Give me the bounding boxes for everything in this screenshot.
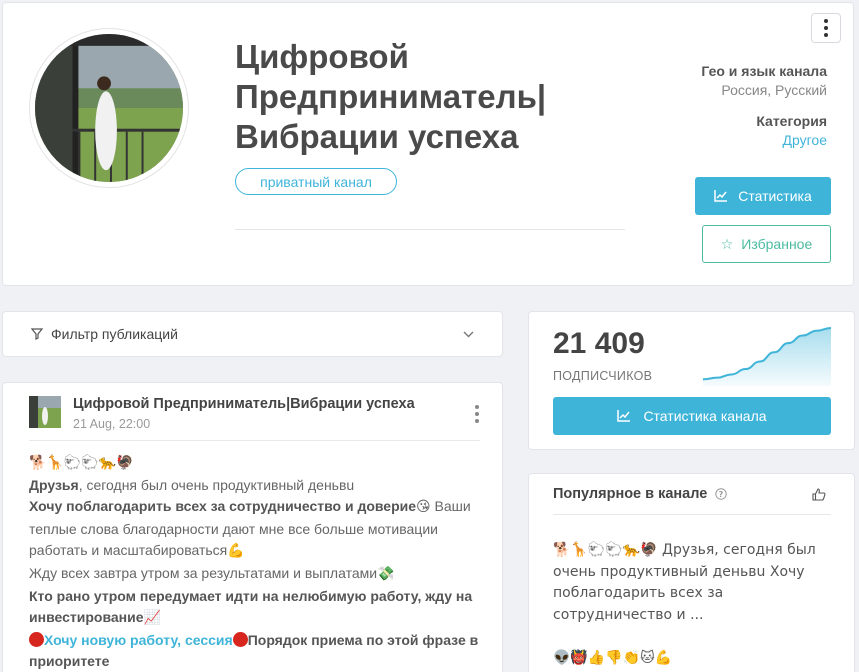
svg-text:?: ? — [719, 490, 724, 499]
chart-emoji: 📈 — [143, 610, 161, 627]
channel-statistics-button[interactable]: Статистика канала — [553, 397, 831, 435]
post-link[interactable]: Хочу новую работу, сессия — [44, 632, 233, 648]
category-link[interactable]: Другое — [783, 132, 827, 148]
category-label: Категория — [756, 113, 827, 129]
more-menu-button[interactable] — [811, 13, 841, 43]
header-divider — [235, 229, 625, 230]
post-text: Жду всех завтра утром за результатами и … — [29, 564, 378, 581]
channel-statistics-label: Статистика канала — [643, 408, 767, 424]
subscriber-count: 21 409 — [553, 327, 645, 360]
post-text-bold: Хочу поблагодарить всех за сотрудничеств… — [29, 498, 417, 515]
subscriber-trend-chart — [703, 327, 831, 386]
post-card: Цифровой Предприниматель|Вибрации успеха… — [2, 382, 503, 672]
star-icon: ☆ — [720, 235, 734, 252]
private-channel-badge: приватный канал — [235, 168, 397, 195]
subscriber-label: ПОДПИСЧИКОВ — [553, 369, 653, 383]
money-emoji: 💸 — [377, 565, 395, 582]
popular-card: Популярное в канале ? 🐕🦒🐑🐑🐆🦃 Друзья, сег… — [528, 473, 855, 672]
help-icon[interactable]: ? — [715, 488, 728, 500]
popular-title-text: Популярное в канале — [553, 486, 708, 502]
channel-title: Цифровой Предприниматель| Вибрации успех… — [235, 38, 547, 155]
subscribers-card: 21 409 ПОДПИСЧИКОВ Статистика канала — [528, 311, 855, 450]
popular-reactions: 👽👹👍👎👏🐱💪 — [553, 650, 673, 666]
geo-label: Гео и язык канала — [701, 63, 827, 79]
kiss-emoji: 😘 — [416, 499, 431, 516]
red-circle-icon — [232, 631, 248, 647]
red-circle-icon — [29, 631, 44, 647]
channel-avatar — [29, 28, 189, 188]
post-text: , сегодня был очень продуктивный деньвu — [78, 476, 355, 493]
channel-header-card: Цифровой Предприниматель| Вибрации успех… — [2, 2, 854, 286]
kebab-icon — [824, 19, 828, 37]
popular-divider — [553, 514, 831, 515]
post-divider — [29, 440, 480, 441]
post-date: 21 Aug, 22:00 — [73, 417, 151, 431]
chevron-down-icon — [463, 331, 474, 337]
favorite-button-label: Избранное — [741, 236, 813, 252]
chart-icon — [617, 410, 631, 422]
popular-title: Популярное в канале ? — [553, 486, 728, 502]
popular-post-snippet[interactable]: 🐕🦒🐑🐑🐆🦃 Друзья, сегодня был очень продукт… — [553, 540, 833, 626]
post-menu-icon[interactable] — [475, 405, 479, 423]
chart-icon — [714, 190, 728, 202]
post-emoji-line: 🐕🦒🐑🐑🐆🦃 — [29, 455, 134, 471]
geo-value: Россия, Русский — [721, 82, 827, 98]
statistics-button-label: Статистика — [738, 188, 812, 204]
avatar-photo — [35, 34, 183, 182]
post-author-avatar — [29, 396, 61, 428]
statistics-button[interactable]: Статистика — [695, 177, 831, 215]
filter-label: Фильтр публикаций — [51, 326, 178, 342]
filter-icon — [31, 328, 43, 340]
favorite-button[interactable]: ☆ Избранное — [702, 225, 831, 263]
post-text-bold: Друзья — [29, 476, 79, 493]
post-text-bold: Кто рано утром передумает идти на нелюби… — [29, 587, 473, 626]
muscle-emoji: 💪 — [227, 543, 245, 560]
post-author[interactable]: Цифровой Предприниматель|Вибрации успеха — [73, 396, 415, 412]
publication-filter[interactable]: Фильтр публикаций — [2, 311, 503, 357]
post-body: 🐕🦒🐑🐑🐆🦃 Друзья, сегодня был очень продукт… — [29, 453, 484, 672]
thumbs-up-icon[interactable] — [812, 488, 826, 501]
